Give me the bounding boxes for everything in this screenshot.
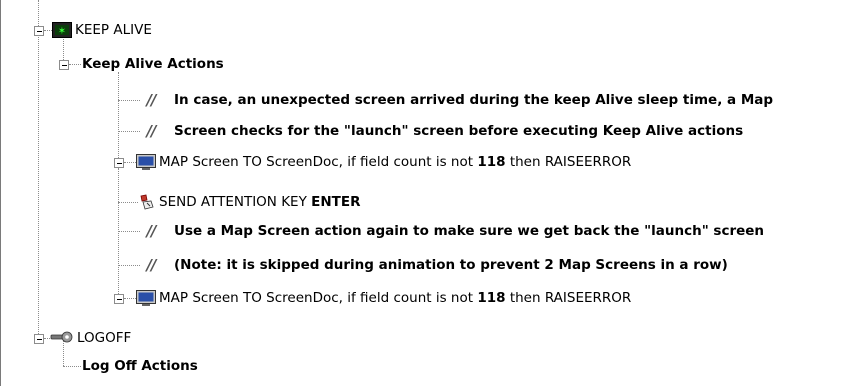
comment-text: Use a Map Screen action again to make su… <box>174 223 765 239</box>
comment-slashes-icon: // <box>146 91 157 109</box>
tree-line <box>118 168 119 202</box>
comment-slashes-icon: // <box>146 222 157 240</box>
tree-line <box>44 30 52 31</box>
tree-line <box>118 202 138 203</box>
collapse-toggle[interactable] <box>34 334 44 344</box>
comment-text: Screen checks for the "launch" screen be… <box>174 123 744 139</box>
tree-line <box>69 64 81 65</box>
collapse-toggle[interactable] <box>34 26 44 36</box>
field-count-value: 118 <box>477 290 506 306</box>
tree-line <box>63 366 81 367</box>
comment-slashes-icon: // <box>146 256 157 274</box>
node-keep-alive-actions[interactable]: Keep Alive Actions <box>82 51 224 77</box>
comment-text: In case, an unexpected screen arrived du… <box>174 92 774 108</box>
monitor-icon <box>136 154 156 170</box>
field-count-value: 118 <box>477 154 506 170</box>
map-action-prefix: MAP Screen TO ScreenDoc, if field count … <box>159 290 474 306</box>
map-action-suffix: then RAISEERROR <box>509 290 632 306</box>
tree-line <box>118 265 140 266</box>
tree-line <box>38 30 39 338</box>
action-tree: ✶ KEEP ALIVE Keep Alive Actions // In ca… <box>0 0 855 386</box>
attention-key-value: ENTER <box>311 194 361 210</box>
tree-line <box>118 100 140 101</box>
node-map-screen[interactable]: MAP Screen TO ScreenDoc, if field count … <box>136 285 631 311</box>
collapse-toggle[interactable] <box>59 60 69 70</box>
collapse-toggle[interactable] <box>114 294 124 304</box>
tree-line <box>124 298 136 299</box>
svg-text:✶: ✶ <box>58 26 66 37</box>
monitor-icon <box>136 290 156 306</box>
node-label: Log Off Actions <box>82 358 198 374</box>
map-action-prefix: MAP Screen TO ScreenDoc, if field count … <box>159 154 474 170</box>
node-comment[interactable]: // (Note: it is skipped during animation… <box>140 252 728 278</box>
key-press-icon <box>138 194 156 210</box>
node-keep-alive[interactable]: ✶ KEEP ALIVE <box>52 17 152 43</box>
comment-slashes-icon: // <box>146 122 157 140</box>
node-comment[interactable]: // Screen checks for the "launch" screen… <box>140 118 744 144</box>
node-map-screen[interactable]: MAP Screen TO ScreenDoc, if field count … <box>136 149 631 175</box>
node-logoff[interactable]: LOGOFF <box>50 325 131 351</box>
tree-line <box>124 162 136 163</box>
node-label: Keep Alive Actions <box>82 56 224 72</box>
node-log-off-actions[interactable]: Log Off Actions <box>82 353 198 379</box>
node-comment[interactable]: // In case, an unexpected screen arrived… <box>140 87 774 113</box>
send-key-prefix: SEND ATTENTION KEY <box>159 194 307 210</box>
node-comment[interactable]: // Use a Map Screen action again to make… <box>140 218 765 244</box>
tree-line <box>118 131 140 132</box>
node-label: LOGOFF <box>77 330 132 346</box>
terminal-green-icon: ✶ <box>52 22 72 38</box>
comment-text: (Note: it is skipped during animation to… <box>174 257 728 273</box>
logoff-key-icon <box>50 330 74 346</box>
node-label: KEEP ALIVE <box>75 22 152 38</box>
tree-line <box>118 231 140 232</box>
node-send-attention-key[interactable]: SEND ATTENTION KEY ENTER <box>138 189 360 215</box>
map-action-suffix: then RAISEERROR <box>509 154 632 170</box>
collapse-toggle[interactable] <box>114 158 124 168</box>
